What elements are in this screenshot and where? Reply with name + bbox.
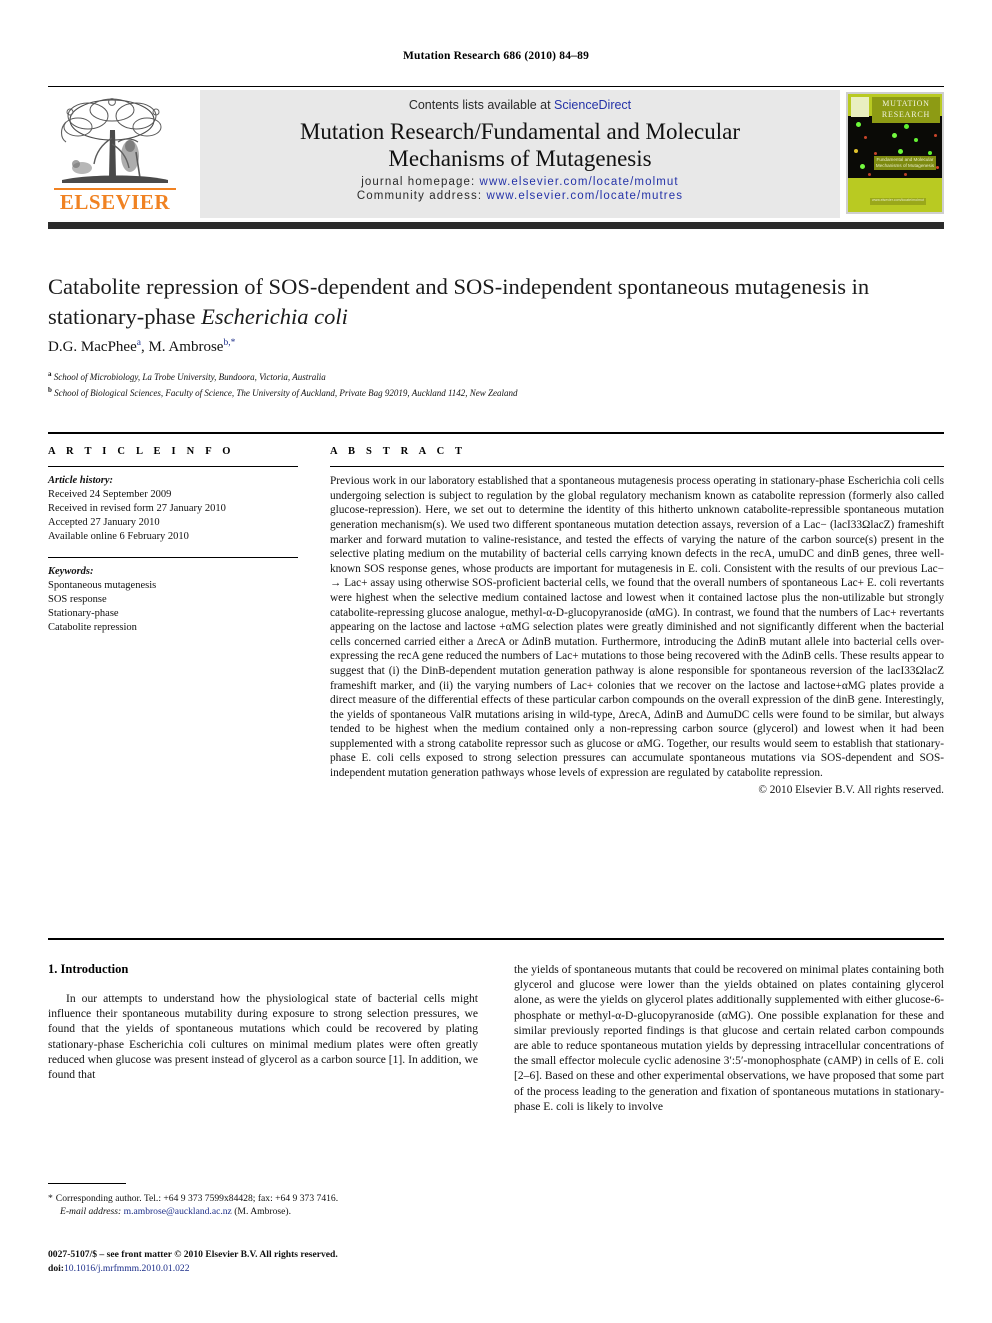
email-note: E-mail address: m.ambrose@auckland.ac.nz…: [48, 1205, 478, 1218]
cover-title-line2: RESEARCH: [881, 110, 931, 119]
journal-band: Contents lists available at ScienceDirec…: [200, 90, 840, 218]
footnote-marker: *: [48, 1193, 53, 1204]
abstract-panel: A B S T R A C T Previous work in our lab…: [330, 446, 944, 798]
email-suffix: (M. Ambrose).: [234, 1206, 291, 1217]
article-info-divider: [48, 466, 298, 468]
front-matter-line: 0027-5107/$ – see front matter © 2010 El…: [48, 1249, 338, 1260]
affiliations: a School of Microbiology, La Trobe Unive…: [48, 368, 928, 399]
page-title: Catabolite repression of SOS-dependent a…: [48, 272, 928, 332]
elsevier-wordmark: ELSEVIER: [59, 190, 171, 214]
abstract-text: Previous work in our laboratory establis…: [330, 475, 944, 780]
body-column-right: the yields of spontaneous mutants that c…: [514, 962, 944, 1114]
journal-header: ELSEVIER Contents lists available at Sci…: [48, 90, 944, 218]
journal-title: Mutation Research/Fundamental and Molecu…: [200, 118, 840, 172]
keywords-divider: [48, 557, 298, 559]
title-line1: Catabolite repression of SOS-dependent a…: [48, 274, 730, 299]
title-species: Escherichia coli: [201, 304, 348, 329]
journal-title-line1: Mutation Research/Fundamental and Molecu…: [299, 119, 741, 144]
keyword-item: Catabolite repression: [48, 622, 137, 634]
footnote-block: * Corresponding author. Tel.: +64 9 373 7…: [48, 1192, 478, 1218]
abstract-heading: A B S T R A C T: [330, 446, 467, 457]
article-history-label: Article history:: [48, 475, 114, 487]
issn-block: 0027-5107/$ – see front matter © 2010 El…: [48, 1248, 478, 1275]
affiliation-b: b School of Biological Sciences, Faculty…: [48, 384, 928, 400]
article-first-page: Mutation Research 686 (2010) 84–89 ELSEV…: [0, 0, 992, 1323]
article-history: Article history: Received 24 September 2…: [48, 474, 298, 544]
author-2-affiliation-marker: b,*: [223, 338, 236, 348]
journal-homepage-block: journal homepage: www.elsevier.com/locat…: [200, 176, 840, 202]
masthead-divider: [48, 86, 944, 87]
author-list: D.G. MacPheea, M. Ambroseb,*: [48, 338, 928, 356]
community-url[interactable]: www.elsevier.com/locate/mutres: [486, 190, 683, 202]
history-item: Accepted 27 January 2010: [48, 517, 160, 529]
intro-paragraph-right: the yields of spontaneous mutants that c…: [514, 963, 944, 1113]
info-abstract-top-rule: [48, 432, 944, 434]
running-head: Mutation Research 686 (2010) 84–89: [402, 50, 590, 62]
section-heading-introduction: 1. Introduction: [48, 962, 129, 976]
cover-title: MUTATION RESEARCH: [872, 97, 940, 123]
body-column-left: 1. Introduction In our attempts to under…: [48, 962, 478, 1082]
affiliation-b-marker: b: [48, 385, 52, 394]
corresponding-author-note: * Corresponding author. Tel.: +64 9 373 7…: [48, 1192, 478, 1205]
history-item: Available online 6 February 2010: [48, 531, 189, 543]
homepage-url[interactable]: www.elsevier.com/locate/molmut: [480, 176, 679, 188]
doi-line: doi:10.1016/j.mrfmmm.2010.01.022: [48, 1262, 478, 1276]
affiliation-a-marker: a: [48, 370, 52, 378]
author-2[interactable]: , M. Ambrose: [141, 339, 224, 355]
affiliation-a-text: School of Microbiology, La Trobe Univers…: [53, 372, 326, 382]
sciencedirect-link[interactable]: ScienceDirect: [554, 98, 631, 112]
cover-title-line1: MUTATION: [882, 99, 930, 108]
email-label: E-mail address:: [60, 1206, 122, 1217]
affiliation-b-text: School of Biological Sciences, Faculty o…: [54, 387, 518, 398]
footnote-divider: [48, 1183, 126, 1185]
journal-title-line2: Mechanisms of Mutagenesis: [388, 146, 652, 171]
cover-footer-url: www.elsevier.com/locate/molmut: [870, 198, 926, 205]
homepage-label: journal homepage:: [361, 176, 476, 188]
doi-label: doi:: [48, 1262, 64, 1274]
cover-artwork: MUTATION RESEARCH Fundamental and Molecu…: [848, 94, 942, 212]
elsevier-logo: ELSEVIER: [48, 94, 182, 214]
contents-prefix: Contents lists available at: [408, 98, 555, 112]
keywords-block: Keywords: Spontaneous mutagenesis SOS re…: [48, 565, 298, 635]
journal-cover-thumbnail: MUTATION RESEARCH Fundamental and Molecu…: [846, 92, 944, 214]
email-link[interactable]: m.ambrose@auckland.ac.nz: [124, 1206, 232, 1217]
elsevier-tree-icon: [60, 98, 168, 183]
community-row: Community address: www.elsevier.com/loca…: [200, 190, 840, 202]
keyword-item: Stationary-phase: [48, 608, 119, 620]
keyword-item: SOS response: [48, 594, 107, 606]
doi-value[interactable]: 10.1016/j.mrfmmm.2010.01.022: [64, 1263, 190, 1274]
abstract-bottom-rule: [48, 938, 944, 940]
cover-subtitle: Fundamental and Molecular Mechanisms of …: [874, 156, 936, 170]
abstract-divider: [330, 466, 944, 468]
article-info-heading: A R T I C L E I N F O: [48, 446, 235, 457]
header-bottom-bar: [48, 222, 944, 229]
keyword-item: Spontaneous mutagenesis: [48, 580, 157, 592]
history-item: Received 24 September 2009: [48, 489, 172, 501]
contents-line: Contents lists available at ScienceDirec…: [200, 98, 840, 112]
history-item: Received in revised form 27 January 2010: [48, 503, 226, 515]
author-1[interactable]: D.G. MacPhee: [48, 339, 137, 355]
corresponding-author-text: Corresponding author. Tel.: +64 9 373 75…: [55, 1193, 339, 1204]
cover-subtitle-line2: Mechanisms of Mutagenesis: [875, 163, 935, 169]
keywords-label: Keywords:: [48, 566, 94, 578]
article-info-panel: A R T I C L E I N F O Article history: R…: [48, 446, 298, 635]
affiliation-a: a School of Microbiology, La Trobe Unive…: [48, 368, 928, 384]
cover-elsevier-mark: [851, 97, 869, 117]
abstract-copyright: © 2010 Elsevier B.V. All rights reserved…: [758, 783, 944, 796]
community-label: Community address:: [356, 190, 483, 202]
intro-paragraph-left: In our attempts to understand how the ph…: [48, 992, 478, 1082]
